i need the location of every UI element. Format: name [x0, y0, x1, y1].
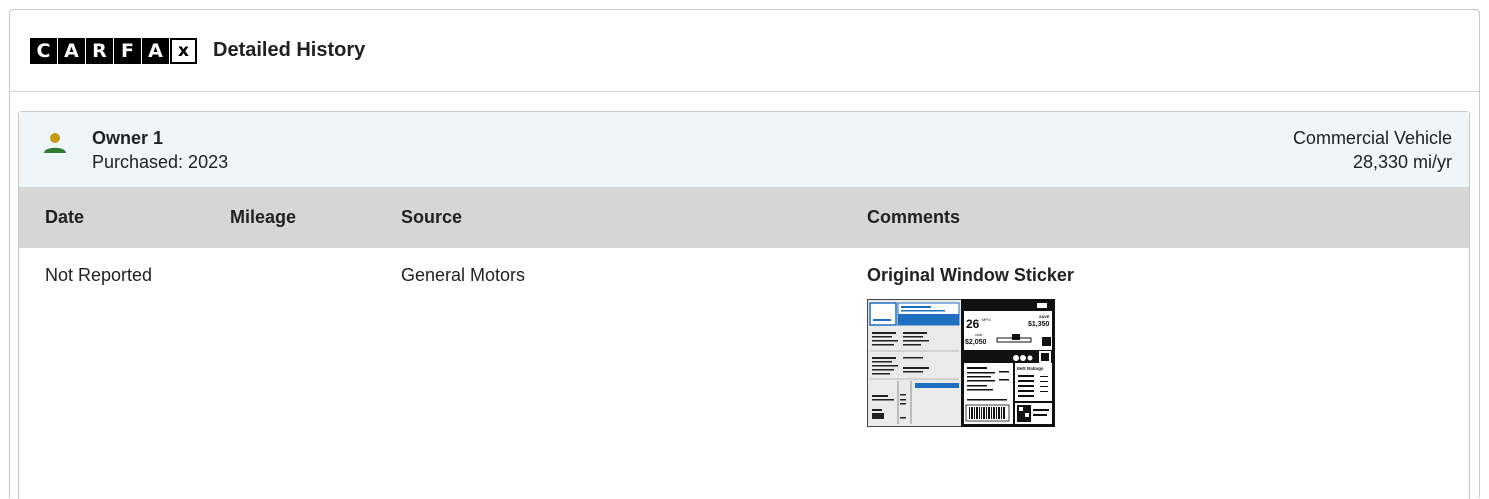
miles-per-year: 28,330 mi/yr: [1352, 152, 1452, 172]
owner-header: Owner 1 Purchased: 2023 Commercial Vehic…: [19, 112, 1469, 188]
carfax-logo: C A R F A x: [30, 37, 197, 64]
row-source: General Motors: [401, 265, 526, 285]
column-header-date: Date: [45, 207, 85, 227]
sticker-fuel-cost: $2,050: [965, 339, 987, 346]
logo-letter: A: [142, 37, 169, 64]
sticker-save-amount: $1,350: [1028, 321, 1050, 328]
owner-name: Owner 1: [92, 128, 164, 148]
column-header-source: Source: [401, 207, 463, 227]
sticker-mpg-unit: MPG: [982, 317, 991, 322]
sticker-ratings-label: IIHS Ratings: [1017, 366, 1044, 371]
person-icon: [44, 133, 66, 153]
window-sticker-title: Original Window Sticker: [867, 265, 1074, 285]
panel-header: C A R F A x Detailed History: [10, 10, 1479, 92]
purchase-year: Purchased: 2023: [92, 152, 229, 172]
sticker-cost-label: cost: [975, 332, 983, 337]
window-sticker-thumbnail[interactable]: 26 MPG SAVE $1,350 cost $2,050 IIHS Rati…: [867, 299, 1055, 427]
page-title: Detailed History: [213, 39, 366, 61]
logo-letter: A: [58, 37, 85, 64]
sticker-mpg: 26: [966, 317, 980, 331]
logo-letter: R: [86, 37, 113, 64]
row-date: Not Reported: [45, 265, 153, 285]
table-header: Date Mileage Source Comments: [19, 188, 1469, 248]
logo-letter: C: [30, 37, 57, 64]
owner-card: Owner 1 Purchased: 2023 Commercial Vehic…: [18, 111, 1470, 499]
vehicle-use-type: Commercial Vehicle: [1292, 128, 1452, 148]
sticker-save-label: SAVE: [1039, 314, 1050, 319]
table-row: Not Reported General Motors Original Win…: [19, 248, 1469, 498]
logo-letter: F: [114, 37, 141, 64]
column-header-comments: Comments: [867, 207, 961, 227]
logo-letter: x: [170, 37, 197, 64]
column-header-mileage: Mileage: [230, 207, 297, 227]
